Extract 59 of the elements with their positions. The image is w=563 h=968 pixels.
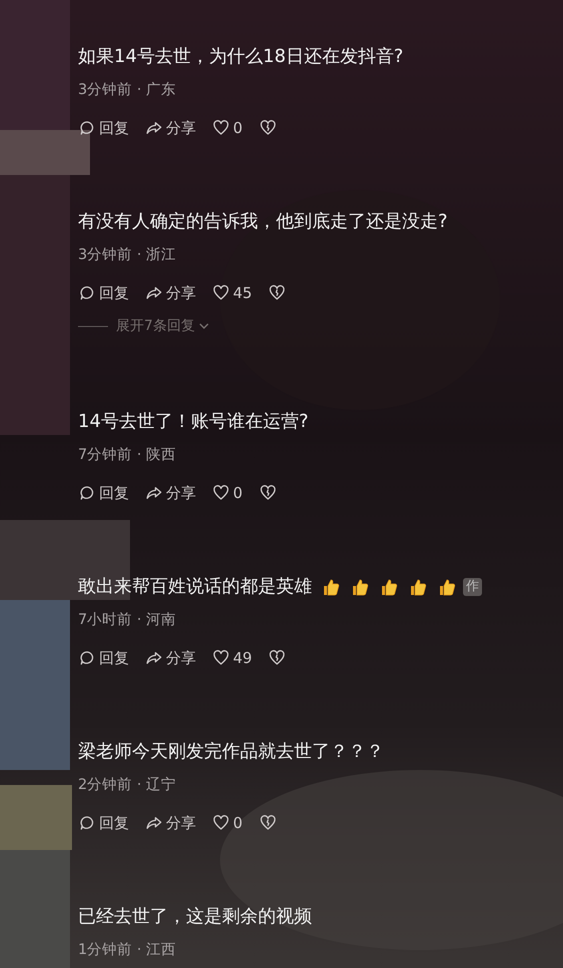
heart-icon: [212, 649, 230, 667]
comment-text: 梁老师今天刚发完作品就去世了？？？: [78, 740, 384, 764]
share-button[interactable]: 分享: [145, 281, 196, 305]
broken-heart-icon: [258, 814, 277, 832]
share-arrow-icon: [145, 119, 163, 137]
like-button[interactable]: 49: [212, 646, 252, 670]
comment-meta: 2分钟前 · 辽宁: [78, 776, 178, 795]
comment-text: 已经去世了，这是剩余的视频: [78, 905, 312, 929]
heart-icon: [212, 814, 230, 832]
comment-meta: 3分钟前 · 广东: [78, 80, 178, 100]
heart-icon: [212, 284, 230, 302]
share-arrow-icon: [145, 284, 163, 302]
broken-heart-icon: [268, 284, 286, 302]
share-button[interactable]: 分享: [145, 116, 196, 140]
author-tag: 作: [463, 578, 482, 596]
share-button[interactable]: 分享: [145, 481, 196, 505]
share-arrow-icon: [145, 649, 163, 667]
thumbs-up-icon: [350, 577, 370, 597]
thumbs-up-icon: [379, 577, 399, 597]
comment-text: 有没有人确定的告诉我，他到底走了还是没走?: [78, 210, 448, 234]
speech-bubble-icon: [78, 119, 96, 137]
like-button[interactable]: 45: [212, 281, 252, 305]
comment-text: 如果14号去世，为什么18日还在发抖音?: [78, 45, 404, 69]
speech-bubble-icon: [78, 484, 96, 502]
broken-heart-icon: [258, 119, 277, 137]
dislike-button[interactable]: [258, 484, 277, 502]
speech-bubble-icon: [78, 649, 96, 667]
reply-button[interactable]: 回复: [78, 646, 129, 670]
broken-heart-icon: [268, 649, 286, 667]
reply-button[interactable]: 回复: [78, 481, 129, 505]
share-button[interactable]: 分享: [145, 811, 196, 835]
expand-replies-link[interactable]: 展开7条回复: [116, 314, 210, 338]
like-button[interactable]: 0: [212, 116, 243, 140]
thumbs-up-icon: [437, 577, 457, 597]
comment-meta: 7分钟前 · 陕西: [78, 446, 178, 465]
reply-button[interactable]: 回复: [78, 281, 129, 305]
dislike-button[interactable]: [268, 649, 286, 667]
share-button[interactable]: 分享: [145, 646, 196, 670]
dislike-button[interactable]: [268, 284, 286, 302]
comment-meta: 1分钟前 · 江西: [78, 941, 178, 960]
speech-bubble-icon: [78, 284, 96, 302]
reply-button[interactable]: 回复: [78, 116, 129, 140]
comment-text: 14号去世了！账号谁在运营?: [78, 410, 308, 434]
like-button[interactable]: 0: [212, 481, 243, 505]
comment-meta: 7小时前 · 河南: [78, 611, 178, 630]
comment-text: 敢出来帮百姓说话的都是英雄: [78, 575, 312, 599]
like-button[interactable]: 0: [212, 811, 243, 835]
comment-meta: 3分钟前 · 浙江: [78, 246, 178, 265]
share-arrow-icon: [145, 814, 163, 832]
thumbs-up-icon: [321, 577, 341, 597]
broken-heart-icon: [258, 484, 277, 502]
heart-icon: [212, 484, 230, 502]
thumbs-up-icon: [408, 577, 428, 597]
heart-icon: [212, 119, 230, 137]
dislike-button[interactable]: [258, 119, 277, 137]
share-arrow-icon: [145, 484, 163, 502]
speech-bubble-icon: [78, 814, 96, 832]
dislike-button[interactable]: [258, 814, 277, 832]
reply-button[interactable]: 回复: [78, 811, 129, 835]
